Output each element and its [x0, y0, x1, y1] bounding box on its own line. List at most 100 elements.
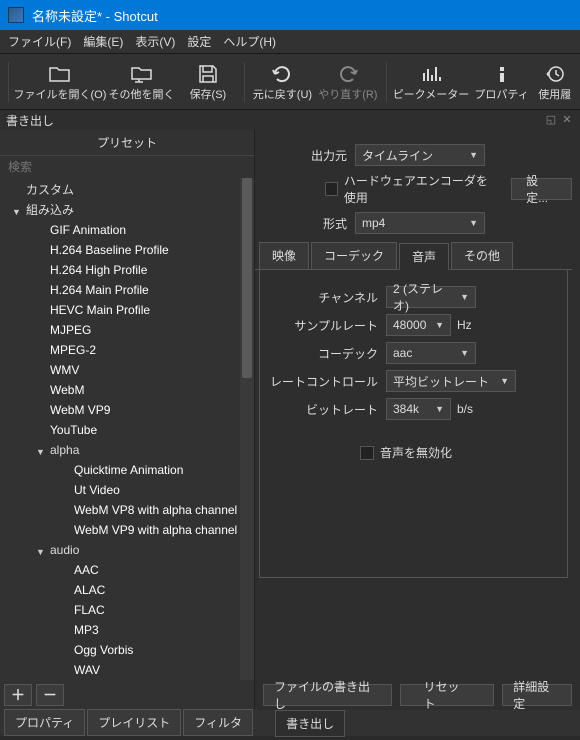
export-tabs: 映像 コーデック 音声 その他: [255, 242, 572, 270]
menu-edit[interactable]: 編集(E): [83, 33, 123, 50]
menu-help[interactable]: ヘルプ(H): [223, 33, 276, 50]
chevron-down-icon: ▼: [435, 404, 444, 414]
advanced-button[interactable]: 詳細設定: [502, 684, 572, 706]
toolbar-divider: [386, 62, 387, 102]
export-panel-header: 書き出し ◱ ✕: [0, 110, 580, 130]
tree-item[interactable]: Ut Video: [0, 480, 254, 500]
tab-audio[interactable]: 音声: [399, 243, 449, 270]
tree-item[interactable]: H.264 Baseline Profile: [0, 240, 254, 260]
preset-header: プリセット: [0, 130, 254, 156]
output-source-select[interactable]: タイムライン ▼: [355, 144, 485, 166]
output-source-label: 出力元: [255, 147, 347, 164]
tree-item[interactable]: GIF Animation: [0, 220, 254, 240]
tree-item[interactable]: WebM VP9: [0, 400, 254, 420]
tree-item[interactable]: H.264 High Profile: [0, 260, 254, 280]
undo-button[interactable]: 元に戻す(U): [251, 57, 314, 107]
open-file-button[interactable]: ファイルを開く(O): [15, 57, 105, 107]
tree-item[interactable]: YouTube: [0, 420, 254, 440]
floppy-icon: [198, 62, 218, 86]
toolbar-divider: [8, 62, 9, 102]
window-titlebar: 名称未設定* - Shotcut: [0, 0, 580, 30]
tree-item[interactable]: Ogg Vorbis: [0, 640, 254, 660]
samplerate-select[interactable]: 48000 ▼: [386, 314, 451, 336]
tab-other[interactable]: その他: [451, 242, 513, 269]
hw-encoder-checkbox[interactable]: [325, 182, 338, 196]
channel-select[interactable]: 2 (ステレオ) ▼: [386, 286, 476, 308]
history-button[interactable]: 使用履: [534, 57, 576, 107]
ratecontrol-label: レートコントロール: [260, 373, 378, 390]
samplerate-unit: Hz: [457, 318, 472, 332]
audio-codec-label: コーデック: [260, 345, 378, 362]
tree-item-builtin[interactable]: 組み込み: [0, 200, 254, 220]
tree-item[interactable]: WMV: [0, 360, 254, 380]
ratecontrol-select[interactable]: 平均ビットレート ▼: [386, 370, 516, 392]
search-input[interactable]: [4, 158, 250, 176]
preset-remove-button[interactable]: －: [36, 684, 64, 706]
redo-icon: [337, 62, 359, 86]
panel-undock-icon[interactable]: ◱: [544, 113, 558, 127]
history-icon: [545, 62, 565, 86]
folder-network-icon: [131, 62, 153, 86]
disable-audio-label: 音声を無効化: [380, 444, 452, 461]
chevron-down-icon: ▼: [500, 376, 509, 386]
bitrate-unit: b/s: [457, 402, 473, 416]
preset-panel: プリセット カスタム 組み込み GIF Animation H.264 Base…: [0, 130, 255, 710]
tree-item[interactable]: ALAC: [0, 580, 254, 600]
tree-item[interactable]: FLAC: [0, 600, 254, 620]
tree-item[interactable]: MP3: [0, 620, 254, 640]
bottom-tabs: プロパティ プレイリスト フィルタ 書き出し: [0, 710, 580, 736]
folder-open-icon: [49, 62, 71, 86]
tree-item[interactable]: H.264 Main Profile: [0, 280, 254, 300]
disable-audio-checkbox[interactable]: [360, 446, 374, 460]
bottom-tab-filter[interactable]: フィルタ: [183, 709, 253, 736]
bitrate-label: ビットレート: [260, 401, 378, 418]
bottom-tab-export[interactable]: 書き出し: [275, 710, 345, 737]
tree-group-audio[interactable]: audio: [0, 540, 254, 560]
tree-item[interactable]: WebM VP8 with alpha channel: [0, 500, 254, 520]
audio-tab-body: チャンネル 2 (ステレオ) ▼ サンプルレート 48000 ▼ Hz コーデッ…: [259, 270, 568, 578]
tree-item[interactable]: WebM: [0, 380, 254, 400]
tree-group-alpha[interactable]: alpha: [0, 440, 254, 460]
bottom-tab-playlist[interactable]: プレイリスト: [87, 709, 181, 736]
hw-configure-button[interactable]: 設定...: [511, 178, 572, 200]
export-file-button[interactable]: ファイルの書き出し: [263, 684, 392, 706]
menu-file[interactable]: ファイル(F): [8, 33, 71, 50]
tree-item[interactable]: MPEG-2: [0, 340, 254, 360]
info-icon: [493, 62, 511, 86]
format-select[interactable]: mp4 ▼: [355, 212, 485, 234]
open-other-button[interactable]: その他を開く: [107, 57, 176, 107]
bottom-tab-properties[interactable]: プロパティ: [4, 709, 85, 736]
tree-scrollbar[interactable]: [240, 178, 254, 680]
panel-close-icon[interactable]: ✕: [560, 113, 574, 127]
properties-button[interactable]: プロパティ: [472, 57, 532, 107]
audio-codec-select[interactable]: aac ▼: [386, 342, 476, 364]
tree-item[interactable]: WAV: [0, 660, 254, 680]
peak-meter-button[interactable]: ピークメーター: [392, 57, 469, 107]
bitrate-select[interactable]: 384k ▼: [386, 398, 451, 420]
tree-item[interactable]: Quicktime Animation: [0, 460, 254, 480]
export-settings-panel: 出力元 タイムライン ▼ ハードウェアエンコーダを使用 設定... 形式 mp4…: [255, 130, 580, 710]
tab-video[interactable]: 映像: [259, 242, 309, 269]
window-title: 名称未設定* - Shotcut: [32, 6, 158, 25]
tree-item-custom[interactable]: カスタム: [0, 180, 254, 200]
channel-label: チャンネル: [260, 289, 378, 306]
tree-item[interactable]: AAC: [0, 560, 254, 580]
chevron-down-icon: ▼: [469, 150, 478, 160]
preset-add-button[interactable]: ＋: [4, 684, 32, 706]
format-label: 形式: [255, 215, 347, 232]
save-button[interactable]: 保存(S): [178, 57, 238, 107]
redo-button[interactable]: やり直す(R): [316, 57, 379, 107]
menu-settings[interactable]: 設定: [187, 33, 211, 50]
tree-item[interactable]: WebM VP9 with alpha channel: [0, 520, 254, 540]
undo-icon: [271, 62, 293, 86]
tree-item[interactable]: MJPEG: [0, 320, 254, 340]
toolbar-divider: [244, 62, 245, 102]
menu-view[interactable]: 表示(V): [135, 33, 175, 50]
tree-item[interactable]: HEVC Main Profile: [0, 300, 254, 320]
reset-button[interactable]: リセット: [400, 684, 494, 706]
panel-title: 書き出し: [6, 112, 54, 129]
chevron-down-icon: ▼: [469, 218, 478, 228]
tab-codec[interactable]: コーデック: [311, 242, 397, 269]
app-icon: [8, 7, 24, 23]
preset-tree: カスタム 組み込み GIF Animation H.264 Baseline P…: [0, 178, 254, 680]
